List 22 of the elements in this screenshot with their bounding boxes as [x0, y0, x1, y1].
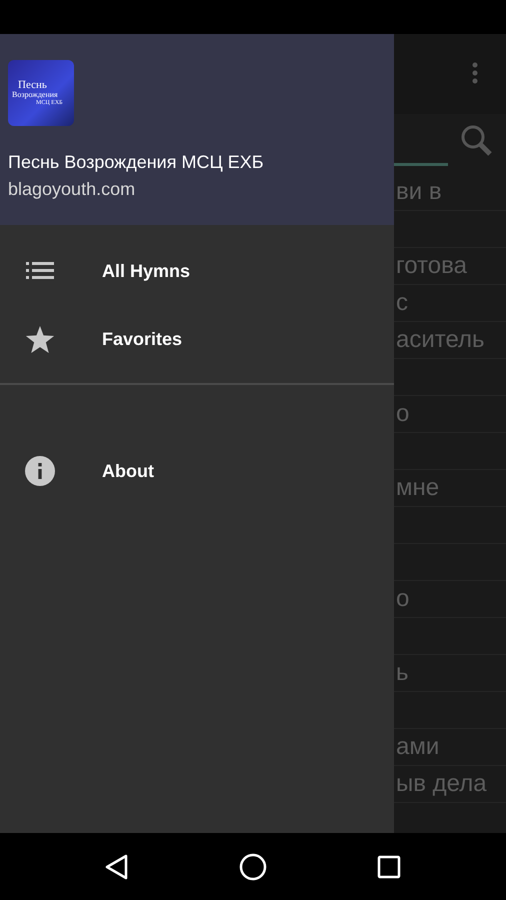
hymn-title: ыв дела: [396, 770, 487, 798]
menu-item[interactable]: All Hymns: [0, 237, 394, 305]
hymn-title: с: [396, 289, 408, 317]
menu-item[interactable]: About: [0, 437, 394, 505]
hymn-title: мне: [396, 474, 440, 502]
list-icon: [25, 262, 55, 280]
hymn-title: о: [396, 400, 410, 428]
menu-item[interactable]: Favorites: [0, 305, 394, 373]
recents-icon[interactable]: [377, 854, 401, 878]
hymn-title: аситель: [396, 326, 485, 354]
app-title: Песнь Возрождения МСЦ ЕХБ: [8, 152, 265, 173]
hymn-title: ами: [396, 733, 440, 761]
star-icon: [25, 326, 55, 352]
hymn-title: ь: [396, 659, 409, 687]
website-url: blagoyouth.com: [8, 179, 136, 200]
info-icon: [25, 456, 55, 486]
hymn-title: ви в: [396, 178, 442, 206]
hymn-title: о: [396, 585, 410, 613]
home-icon[interactable]: [239, 852, 267, 880]
back-icon[interactable]: [105, 854, 129, 880]
hymn-title: готова: [396, 252, 467, 280]
more-options-icon[interactable]: [472, 62, 478, 84]
